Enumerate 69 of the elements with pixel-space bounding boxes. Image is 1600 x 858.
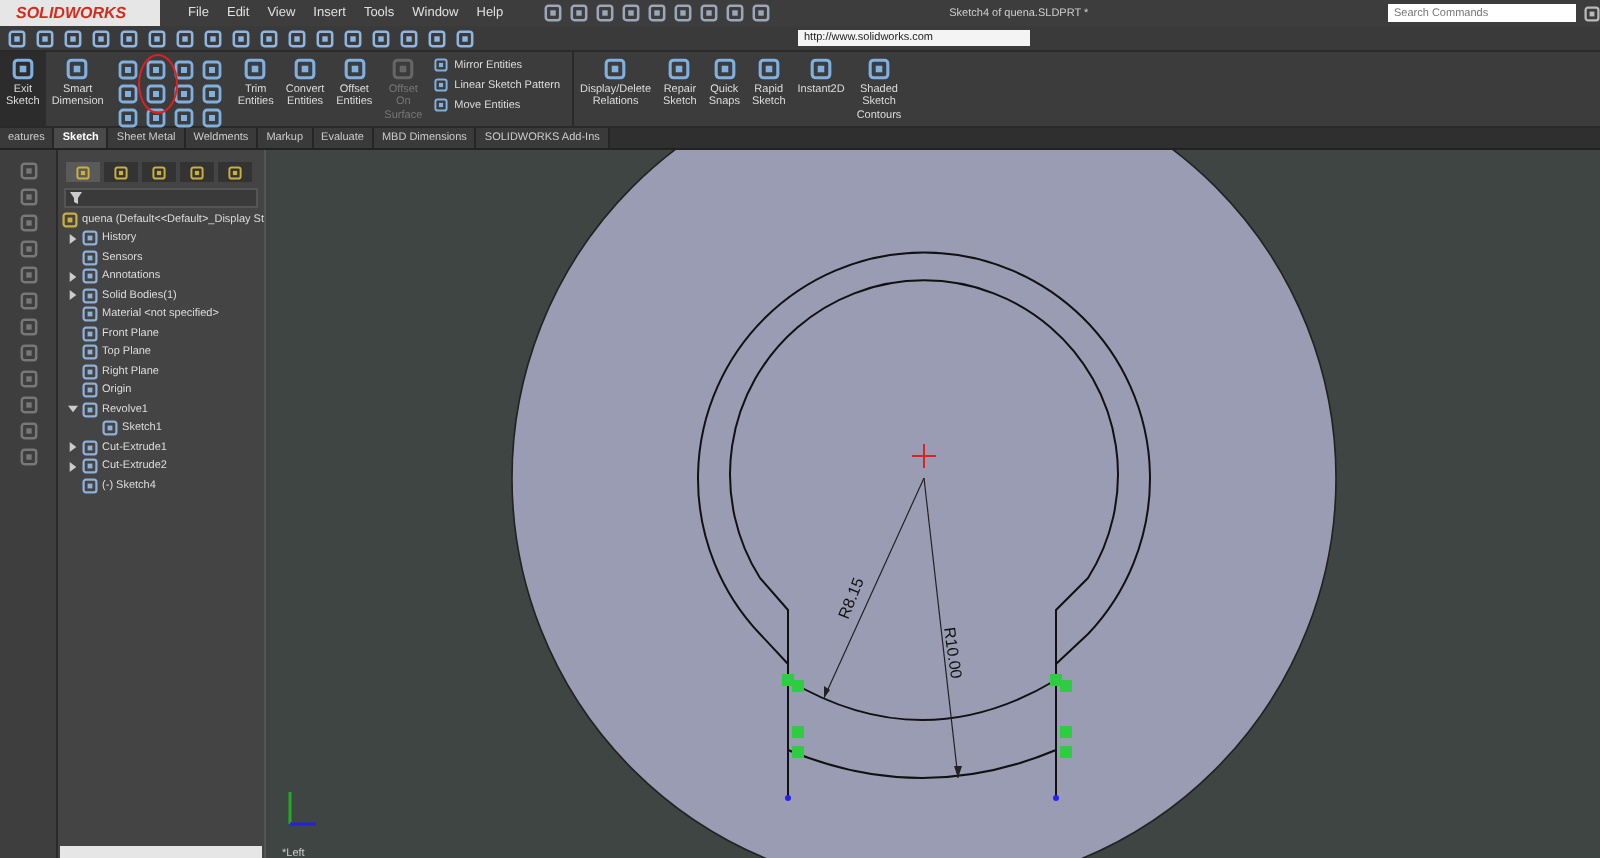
filter-icon — [70, 192, 83, 204]
feature-icon[interactable] — [102, 420, 119, 437]
tool-icon[interactable] — [668, 58, 691, 80]
feature-icon[interactable] — [82, 401, 99, 418]
sketch-tool-icon[interactable] — [145, 84, 166, 104]
feature-icon[interactable] — [82, 363, 99, 380]
panel-tab-icon[interactable] — [114, 165, 129, 179]
endpoint-icon — [785, 795, 791, 801]
panel-tab-icon[interactable] — [152, 165, 167, 179]
expand-toggle-icon[interactable] — [67, 404, 78, 415]
tool-icon[interactable] — [343, 58, 366, 80]
tool-icon[interactable] — [713, 58, 736, 80]
highlight-ring — [137, 54, 178, 114]
feature-icon[interactable] — [82, 477, 99, 494]
panel-tab[interactable] — [66, 162, 101, 182]
axis-triad-icon — [288, 792, 316, 826]
panel-tab-icon[interactable] — [76, 165, 91, 179]
filter-field[interactable] — [64, 188, 258, 208]
panel-tab[interactable] — [218, 162, 253, 182]
tool-icon[interactable] — [434, 78, 449, 92]
sketch-tool-icon[interactable] — [145, 108, 166, 128]
panel-tab[interactable] — [142, 162, 177, 182]
sketch-tool-icon[interactable] — [117, 108, 138, 128]
endpoint-icon — [1053, 795, 1059, 801]
sketch-tool-icon[interactable] — [173, 108, 194, 128]
origin-icon — [911, 443, 937, 469]
sketch-tool-icon[interactable] — [173, 84, 194, 104]
feature-icon[interactable] — [82, 325, 99, 342]
expand-toggle-icon[interactable] — [67, 461, 78, 472]
sketch-tool-icon[interactable] — [201, 60, 222, 80]
feature-icon[interactable] — [82, 287, 99, 304]
sketch-tool-icon[interactable] — [201, 84, 222, 104]
help-icon[interactable] — [1584, 5, 1600, 21]
feature-icon[interactable] — [82, 230, 99, 247]
dimension-label: R10.00 — [940, 626, 966, 680]
expand-toggle-icon[interactable] — [67, 290, 78, 301]
tool-icon[interactable] — [757, 58, 780, 80]
feature-icon[interactable] — [82, 344, 99, 361]
part-icon[interactable] — [62, 211, 79, 228]
sketch-tool-icon[interactable] — [201, 108, 222, 128]
sketch-tool-icon[interactable] — [173, 60, 194, 80]
tool-icon[interactable] — [244, 58, 267, 80]
sketch-tool-icon[interactable] — [117, 60, 138, 80]
dimension-label: R8.15 — [835, 575, 868, 622]
feature-icon[interactable] — [82, 439, 99, 456]
tool-icon[interactable] — [11, 58, 34, 80]
expand-toggle-icon[interactable] — [67, 442, 78, 453]
sketch-tool-icon[interactable] — [117, 84, 138, 104]
panel-tab-icon[interactable] — [228, 165, 243, 179]
expand-toggle-icon[interactable] — [67, 233, 78, 244]
panel-tab[interactable] — [104, 162, 139, 182]
tool-icon[interactable] — [434, 58, 449, 72]
app-logo: SOLIDWORKS — [0, 0, 160, 26]
panel-tab-icon[interactable] — [190, 165, 205, 179]
tool-icon[interactable] — [604, 58, 627, 80]
tool-icon[interactable] — [66, 58, 89, 80]
tool-icon[interactable] — [867, 58, 890, 80]
tool-icon[interactable] — [810, 58, 833, 80]
feature-icon[interactable] — [82, 382, 99, 399]
expand-toggle-icon[interactable] — [67, 271, 78, 282]
feature-icon[interactable] — [82, 458, 99, 475]
tool-icon[interactable] — [293, 58, 316, 80]
tool-icon[interactable] — [434, 98, 449, 112]
panel-tab[interactable] — [180, 162, 215, 182]
feature-icon[interactable] — [82, 306, 99, 323]
feature-icon[interactable] — [82, 249, 99, 266]
sketch-tool-icon[interactable] — [145, 60, 166, 80]
horizontal-scrollbar[interactable] — [60, 846, 262, 858]
feature-icon[interactable] — [82, 268, 99, 285]
